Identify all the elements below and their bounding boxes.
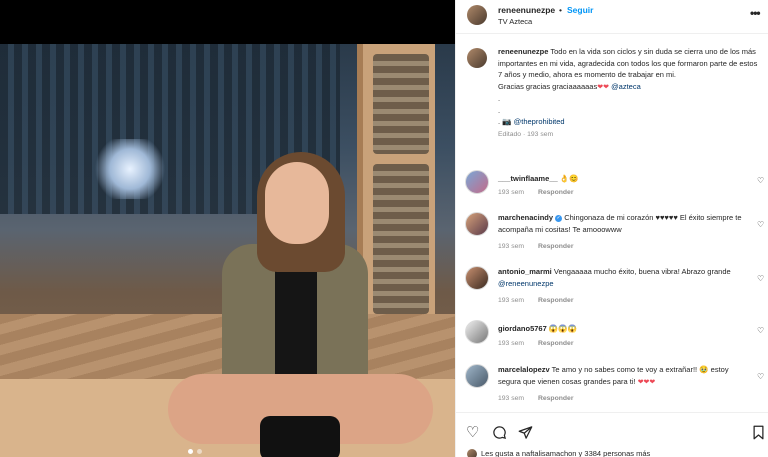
comments-list[interactable]: reneenunezpe Todo en la vida son ciclos … xyxy=(456,36,768,411)
post-photo[interactable] xyxy=(0,44,455,457)
caption-line2: Gracias gracias graciaaaaaas xyxy=(498,81,598,91)
reply-button[interactable]: Responder xyxy=(538,243,574,250)
comment-time: 193 sem xyxy=(498,189,525,196)
carousel-dot-active xyxy=(188,449,193,454)
carousel-dot xyxy=(197,449,202,454)
photo-person-face xyxy=(265,162,329,244)
post-panel: reneenunezpe • Seguir TV Azteca ••• rene… xyxy=(455,0,768,457)
author-avatar[interactable] xyxy=(467,5,487,25)
comment-avatar[interactable] xyxy=(465,364,489,388)
comment-heart-icon[interactable]: ♡ xyxy=(757,176,764,185)
comment-meta: 193 sem Responder xyxy=(498,297,585,304)
action-bar: ♡ Les gusta a naftalisamachon y 3384 per… xyxy=(456,412,768,457)
photo-studio-lights xyxy=(90,139,170,199)
verified-badge-icon: ✓ xyxy=(555,214,563,222)
comment-body: marchenacindy ✓ Chingonaza de mi corazón… xyxy=(498,212,748,235)
photo-stones-top xyxy=(373,54,429,154)
comment-avatar[interactable] xyxy=(465,212,489,236)
paper-plane-icon-svg xyxy=(518,426,533,439)
reply-button[interactable]: Responder xyxy=(538,395,574,402)
heart-emoji-icon: ❤ xyxy=(603,83,609,91)
comment-heart-icon[interactable]: ♡ xyxy=(757,326,764,335)
liker-avatar xyxy=(467,449,477,457)
comment-username[interactable]: antonio_marmi xyxy=(498,267,552,276)
comment-time: 193 sem xyxy=(498,243,525,250)
bookmark-icon[interactable] xyxy=(752,425,765,443)
likes-text: Les gusta a naftalisamachon y 3384 perso… xyxy=(481,449,651,457)
photo-person-boot xyxy=(260,416,340,457)
comment-heart-icon[interactable]: ♡ xyxy=(757,274,764,283)
post-media xyxy=(0,0,455,457)
post-header: reneenunezpe • Seguir TV Azteca ••• xyxy=(456,0,768,34)
comment-text: 😱😱😱 xyxy=(548,324,577,333)
comment-avatar[interactable] xyxy=(465,320,489,344)
caption-dot: . xyxy=(498,105,501,115)
follow-button[interactable]: Seguir xyxy=(567,5,593,15)
caption-meta: Editado · 193 sem xyxy=(498,130,554,138)
comment-username[interactable]: ___twinflaame__ xyxy=(498,174,558,183)
ellipsis-icon[interactable]: ••• xyxy=(750,6,761,20)
comment-avatar[interactable] xyxy=(465,266,489,290)
caption-username[interactable]: reneenunezpe xyxy=(498,47,548,56)
comment-username[interactable]: giordano5767 xyxy=(498,324,547,333)
bookmark-icon-svg xyxy=(753,425,764,440)
caption-mention-azteca[interactable]: @azteca xyxy=(611,82,641,91)
comment-body: marcelalopezv Te amo y no sabes como te … xyxy=(498,364,748,388)
comment-body: giordano5767 😱😱😱 xyxy=(498,323,748,335)
heart-icon[interactable]: ♡ xyxy=(466,425,479,440)
comment-meta: 193 sem Responder xyxy=(498,243,585,250)
comment-mention[interactable]: @reneenunezpe xyxy=(498,279,554,288)
camera-emoji-icon: 📷 xyxy=(502,117,512,126)
comment-text: Vengaaaaa mucho éxito, buena vibra! Abra… xyxy=(553,267,731,276)
photo-stone-wall xyxy=(357,44,435,324)
comment-username[interactable]: marchenacindy xyxy=(498,213,553,222)
comment-icon[interactable] xyxy=(492,425,507,443)
comment-username[interactable]: marcelalopezv xyxy=(498,365,550,374)
caption-credit-prefix: . xyxy=(498,117,501,126)
likes-summary[interactable]: Les gusta a naftalisamachon y 3384 perso… xyxy=(467,449,650,457)
caption-avatar[interactable] xyxy=(467,48,487,68)
comment-meta: 193 sem Responder xyxy=(498,340,585,347)
comment-text: 👌😊 xyxy=(559,174,579,183)
comment-heart-icon[interactable]: ♡ xyxy=(757,372,764,381)
reply-button[interactable]: Responder xyxy=(538,340,574,347)
comment-meta: 193 sem Responder xyxy=(498,189,585,196)
author-username[interactable]: reneenunezpe xyxy=(498,5,555,15)
comment-avatar[interactable] xyxy=(465,170,489,194)
header-separator: • xyxy=(559,5,562,15)
comment-time: 193 sem xyxy=(498,297,525,304)
caption-dot: . xyxy=(498,94,501,103)
comment-body: ___twinflaame__ 👌😊 xyxy=(498,173,748,185)
carousel-dots xyxy=(188,449,202,454)
caption-text: reneenunezpe Todo en la vida son ciclos … xyxy=(498,46,760,140)
comment-time: 193 sem xyxy=(498,395,525,402)
comment-meta: 193 sem Responder xyxy=(498,395,585,402)
comment-time: 193 sem xyxy=(498,340,525,347)
photo-stones-bottom xyxy=(373,164,429,314)
heart-emoji-icon: ❤❤❤ xyxy=(637,378,656,386)
reply-button[interactable]: Responder xyxy=(538,189,574,196)
comment-heart-icon[interactable]: ♡ xyxy=(757,220,764,229)
comment-body: antonio_marmi Vengaaaaa mucho éxito, bue… xyxy=(498,266,748,289)
caption-mention-photographer[interactable]: @theprohibited xyxy=(514,117,565,126)
comment-icon-svg xyxy=(493,426,507,440)
reply-button[interactable]: Responder xyxy=(538,297,574,304)
post-location[interactable]: TV Azteca xyxy=(498,17,532,26)
paper-plane-icon[interactable] xyxy=(518,425,533,443)
